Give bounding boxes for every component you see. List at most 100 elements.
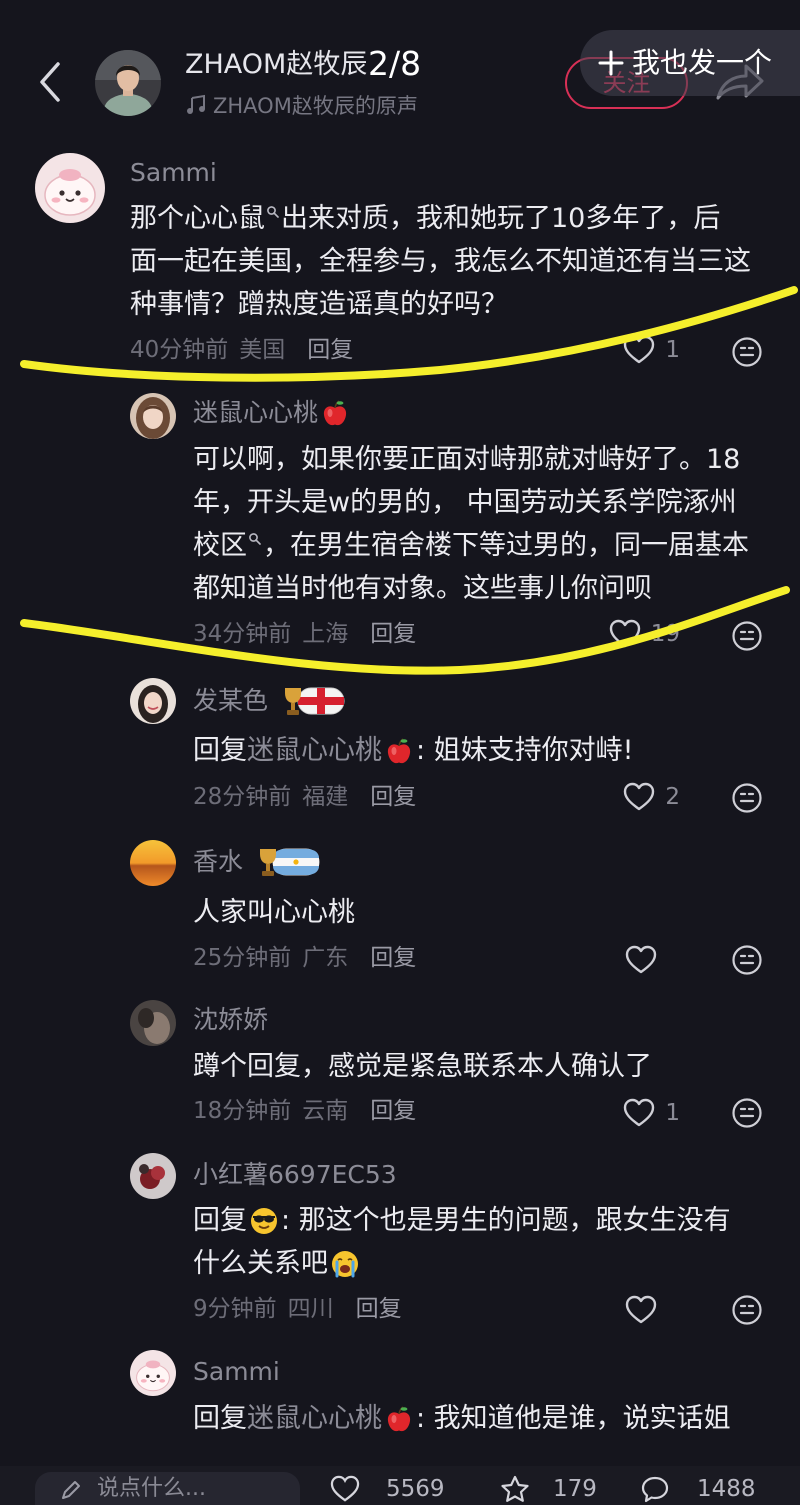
comment-meta: 28分钟前 福建 回复 [193,782,416,812]
commenter-name-text: 沈娇娇 [193,1005,269,1034]
favorite-count: 179 [553,1476,597,1502]
avatar[interactable] [130,1350,176,1396]
heart-icon [624,782,655,811]
reply-button[interactable]: 回复 [370,1096,416,1126]
comment-location: 美国 [239,337,286,363]
heart-icon [609,619,640,648]
comment-line: 回复 迷鼠心心桃 : 我知道他是谁，说实话姐 [193,1397,731,1440]
react-button[interactable] [731,620,763,652]
search-keyword-link[interactable]: 心心鼠 [184,197,265,240]
like-count: 19 [650,621,680,647]
comment-text: 都知道当时他有对象。这些事儿你问呗 [193,573,652,604]
comment-line: 都知道当时他有对象。这些事儿你问呗 [193,567,749,610]
post-too-label: 我也发一个 [632,46,773,79]
comment-body: 蹲个回复，感觉是紧急联系本人确认了 [193,1045,652,1088]
like-video-button[interactable] [330,1475,360,1503]
comment-location: 上海 [302,621,349,647]
reply-button[interactable]: 回复 [370,619,416,649]
like-button[interactable] [625,944,680,976]
comment-text: 蹲个回复，感觉是紧急联系本人确认了 [193,1051,652,1082]
comment-location: 四川 [287,1296,334,1322]
comment-text: ，在男生宿舍楼下等过男的，同一届基本 [263,530,749,561]
avatar[interactable] [130,840,176,886]
search-link-icon[interactable] [248,532,261,545]
comment-count-button[interactable] [640,1475,670,1503]
react-button[interactable] [731,782,763,814]
comment-location: 广东 [302,945,349,971]
avatar[interactable] [130,393,176,439]
avatar[interactable] [130,1000,176,1046]
comment-meta: 25分钟前 广东 回复 [193,943,416,973]
comment-line: 校区 ，在男生宿舍楼下等过男的，同一届基本 [193,524,749,567]
comment-text: : 姐妹支持你对峙! [416,735,634,766]
apple-emoji-icon [320,398,350,428]
commenter-name-text: Sammi [130,158,217,187]
original-audio-link[interactable]: ZHAOM赵牧辰的原声 [185,90,418,120]
comment-input[interactable]: 说点什么... [35,1472,300,1505]
commenter-name[interactable]: 发某色 [193,684,346,718]
author-name[interactable]: ZHAOM赵牧辰 [185,48,367,82]
author-avatar[interactable] [95,50,161,116]
comments-screen: ZHAOM赵牧辰 ZHAOM赵牧辰的原声 关注 2/8 我也发一个 Sammi [0,0,800,1505]
reply-button[interactable]: 回复 [356,1294,402,1324]
reply-button[interactable]: 回复 [370,943,416,973]
comment-location: 福建 [302,784,349,810]
pencil-icon [62,1481,80,1499]
commenter-name[interactable]: 香水 [193,845,321,879]
commenter-name[interactable]: 小红薯6697EC53 [193,1158,397,1192]
reply-button[interactable]: 回复 [370,782,416,812]
react-button[interactable] [731,944,763,976]
like-button[interactable]: 2 [623,781,680,813]
comment-time: 9分钟前 [193,1296,277,1322]
like-button[interactable]: 19 [609,618,680,650]
comment-text: 回复 [193,735,247,766]
comment-text: 种事情？蹭热度造谣真的好吗？ [130,289,508,320]
react-button[interactable] [731,336,763,368]
trophy-england-flag-icon [282,684,346,718]
comment-time: 18分钟前 [193,1098,292,1124]
avatar-image [130,678,176,724]
reply-target-name[interactable]: 迷鼠心心桃 [247,1397,382,1440]
favorite-button[interactable] [500,1475,530,1503]
comment-text: : 我知道他是谁，说实话姐 [416,1403,731,1434]
comment-text: 那个 [130,203,184,234]
avatar-image [35,153,105,223]
post-too-button[interactable]: 我也发一个 [580,30,800,96]
comment-count: 1488 [697,1476,756,1502]
comment-text: 什么关系吧 [193,1248,328,1279]
comment-text: 可以啊，如果你要正面对峙那就对峙好了。18 [193,444,741,475]
commenter-name-text: 香水 [193,847,244,876]
react-button[interactable] [731,1097,763,1129]
search-link-icon[interactable] [266,205,279,218]
avatar[interactable] [35,153,105,223]
like-button[interactable]: 1 [623,1097,680,1129]
reply-target-name[interactable]: 迷鼠心心桃 [247,729,382,772]
comment-body: 回复 迷鼠心心桃 : 我知道他是谁，说实话姐 [193,1397,731,1440]
search-keyword-link[interactable]: 校区 [193,524,247,567]
commenter-name[interactable]: Sammi [193,1355,280,1389]
commenter-name[interactable]: Sammi [130,156,217,190]
avatar-image [130,393,176,439]
comment-line: 回复 : 那这个也是男生的问题，跟女生没有 [193,1199,731,1242]
crying-emoji-icon [330,1249,360,1279]
reply-button[interactable]: 回复 [307,335,353,365]
original-audio-label: ZHAOM赵牧辰的原声 [213,94,418,118]
react-button[interactable] [731,1294,763,1326]
like-button[interactable] [625,1294,680,1326]
apple-emoji-icon [384,1404,414,1434]
comment-body: 回复 迷鼠心心桃 : 姐妹支持你对峙! [193,729,634,772]
back-button[interactable] [34,60,68,104]
avatar[interactable] [130,1153,176,1199]
comment-line: 面一起在美国，全程参与，我怎么不知道还有当三这 [130,240,751,283]
like-button[interactable]: 1 [623,334,680,366]
commenter-name-text: Sammi [193,1357,280,1386]
commenter-name[interactable]: 沈娇娇 [193,1003,268,1037]
chevron-left-icon [40,62,60,102]
commenter-name[interactable]: 迷鼠心心桃 [193,396,352,430]
comment-body: 可以啊，如果你要正面对峙那就对峙好了。18 年，开头是w的男的， 中国劳动关系学… [193,438,749,610]
like-count: 1 [665,337,680,363]
comment-time: 40分钟前 [130,337,229,363]
emoji-face-icon [732,1295,762,1325]
comment-text: 人家叫心心桃 [193,897,355,928]
avatar[interactable] [130,678,176,724]
